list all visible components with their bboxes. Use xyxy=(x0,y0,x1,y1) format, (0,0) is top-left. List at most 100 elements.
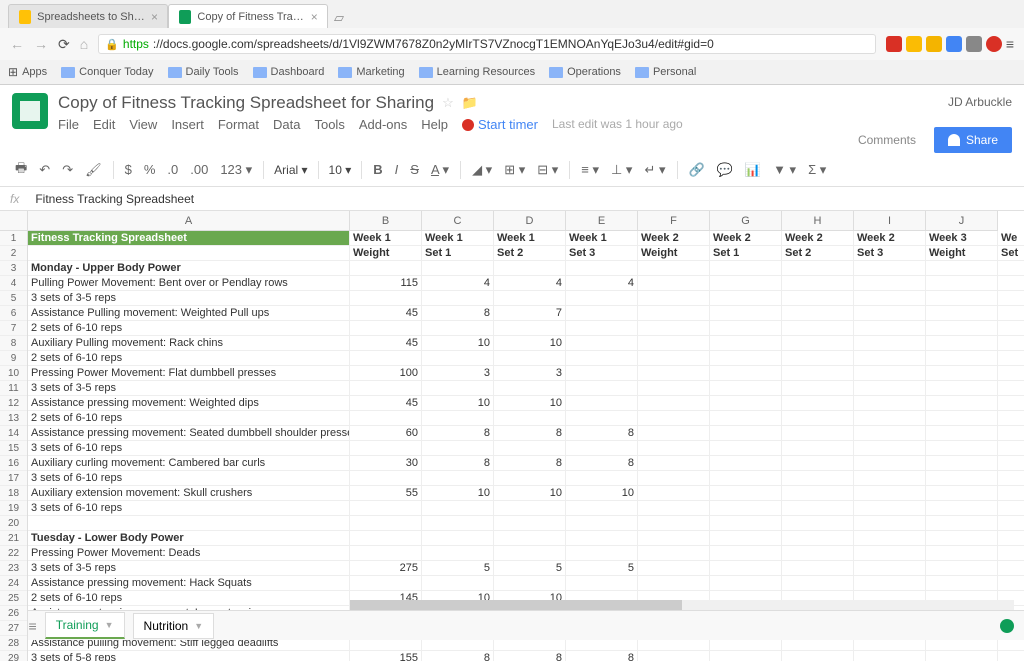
cell[interactable]: 8 xyxy=(494,651,566,661)
sheet-tab-nutrition[interactable]: Nutrition ▼ xyxy=(133,613,215,639)
cell[interactable]: 3 sets of 6-10 reps xyxy=(28,501,350,516)
cell[interactable]: 45 xyxy=(350,336,422,351)
cell[interactable] xyxy=(350,261,422,276)
cell[interactable] xyxy=(782,261,854,276)
cell[interactable] xyxy=(782,321,854,336)
cell[interactable] xyxy=(782,441,854,456)
cell[interactable]: Auxiliary extension movement: Skull crus… xyxy=(28,486,350,501)
cell[interactable] xyxy=(926,411,998,426)
cell[interactable] xyxy=(782,366,854,381)
cell[interactable]: 10 xyxy=(494,396,566,411)
cell[interactable]: Set 3 xyxy=(854,246,926,261)
cell[interactable] xyxy=(926,651,998,661)
bold-button[interactable]: B xyxy=(368,158,387,181)
cell[interactable]: Auxiliary curling movement: Cambered bar… xyxy=(28,456,350,471)
cell[interactable] xyxy=(926,321,998,336)
browser-tab-0[interactable]: Spreadsheets to Share fo × xyxy=(8,4,168,28)
cell[interactable] xyxy=(566,396,638,411)
cell[interactable]: Weight xyxy=(638,246,710,261)
bookmark-folder[interactable]: Conquer Today xyxy=(61,66,153,78)
cell[interactable] xyxy=(566,576,638,591)
cell[interactable] xyxy=(782,276,854,291)
row-header[interactable]: 22 xyxy=(0,546,27,561)
cell[interactable] xyxy=(710,261,782,276)
cell[interactable]: Week 1 xyxy=(566,231,638,246)
cell[interactable] xyxy=(710,501,782,516)
cell[interactable] xyxy=(998,321,1024,336)
cell[interactable]: 10 xyxy=(494,336,566,351)
cell[interactable]: Set 1 xyxy=(710,246,782,261)
row-header[interactable]: 17 xyxy=(0,471,27,486)
row-header[interactable]: 21 xyxy=(0,531,27,546)
folder-icon[interactable]: 📁 xyxy=(462,95,478,111)
cell[interactable]: Set 3 xyxy=(566,246,638,261)
cell[interactable] xyxy=(350,531,422,546)
cell[interactable] xyxy=(782,306,854,321)
cell[interactable]: Week 3 xyxy=(926,231,998,246)
start-timer-button[interactable]: Start timer xyxy=(462,117,538,132)
cell[interactable] xyxy=(998,411,1024,426)
column-header[interactable]: A xyxy=(28,211,350,230)
cell[interactable] xyxy=(710,366,782,381)
chevron-down-icon[interactable]: ▼ xyxy=(105,620,114,630)
cell[interactable] xyxy=(710,306,782,321)
cell[interactable] xyxy=(638,336,710,351)
functions-button[interactable]: Σ ▾ xyxy=(803,158,831,182)
cell[interactable] xyxy=(926,381,998,396)
forward-icon[interactable]: → xyxy=(34,36,48,52)
cell[interactable] xyxy=(926,471,998,486)
cell[interactable] xyxy=(566,381,638,396)
cell[interactable] xyxy=(638,576,710,591)
cell[interactable] xyxy=(566,546,638,561)
cell[interactable] xyxy=(350,576,422,591)
cell[interactable] xyxy=(854,501,926,516)
cell[interactable]: Week 1 xyxy=(494,231,566,246)
cell[interactable]: 8 xyxy=(566,426,638,441)
row-header[interactable]: 18 xyxy=(0,486,27,501)
cell[interactable] xyxy=(998,486,1024,501)
cell[interactable]: Pressing Power Movement: Flat dumbbell p… xyxy=(28,366,350,381)
cell[interactable] xyxy=(926,261,998,276)
cell[interactable] xyxy=(854,396,926,411)
cell[interactable] xyxy=(350,321,422,336)
ext-icon[interactable] xyxy=(986,36,1002,52)
cell[interactable] xyxy=(854,531,926,546)
cell[interactable] xyxy=(926,306,998,321)
cell[interactable] xyxy=(494,351,566,366)
cell[interactable] xyxy=(638,501,710,516)
menu-file[interactable]: File xyxy=(58,117,79,132)
ext-icon[interactable] xyxy=(886,36,902,52)
cell[interactable] xyxy=(566,351,638,366)
cell[interactable]: 8 xyxy=(566,651,638,661)
cell[interactable] xyxy=(782,651,854,661)
ext-icon[interactable] xyxy=(926,36,942,52)
cell[interactable] xyxy=(854,276,926,291)
cell[interactable] xyxy=(854,351,926,366)
cell[interactable] xyxy=(566,291,638,306)
cell[interactable] xyxy=(854,321,926,336)
cell[interactable]: Assistance pressing movement: Hack Squat… xyxy=(28,576,350,591)
cell[interactable] xyxy=(998,471,1024,486)
row-header[interactable]: 10 xyxy=(0,366,27,381)
cell[interactable] xyxy=(998,396,1024,411)
cell[interactable] xyxy=(998,366,1024,381)
cell[interactable] xyxy=(782,291,854,306)
row-header[interactable]: 1 xyxy=(0,231,27,246)
cell[interactable] xyxy=(782,336,854,351)
cell[interactable]: 2 sets of 6-10 reps xyxy=(28,351,350,366)
cell[interactable] xyxy=(926,336,998,351)
cell[interactable] xyxy=(854,456,926,471)
cell[interactable] xyxy=(566,366,638,381)
cell[interactable]: 8 xyxy=(494,426,566,441)
formula-bar[interactable]: fx Fitness Tracking Spreadsheet xyxy=(0,187,1024,211)
cell[interactable]: 10 xyxy=(422,396,494,411)
cell[interactable] xyxy=(350,546,422,561)
bookmark-folder[interactable]: Personal xyxy=(635,66,696,78)
percent-button[interactable]: % xyxy=(139,158,161,181)
cell[interactable]: 5 xyxy=(422,561,494,576)
row-header[interactable]: 8 xyxy=(0,336,27,351)
cell[interactable] xyxy=(28,516,350,531)
bookmark-apps[interactable]: ⊞ Apps xyxy=(8,65,47,79)
cell[interactable] xyxy=(494,411,566,426)
cell[interactable] xyxy=(998,561,1024,576)
